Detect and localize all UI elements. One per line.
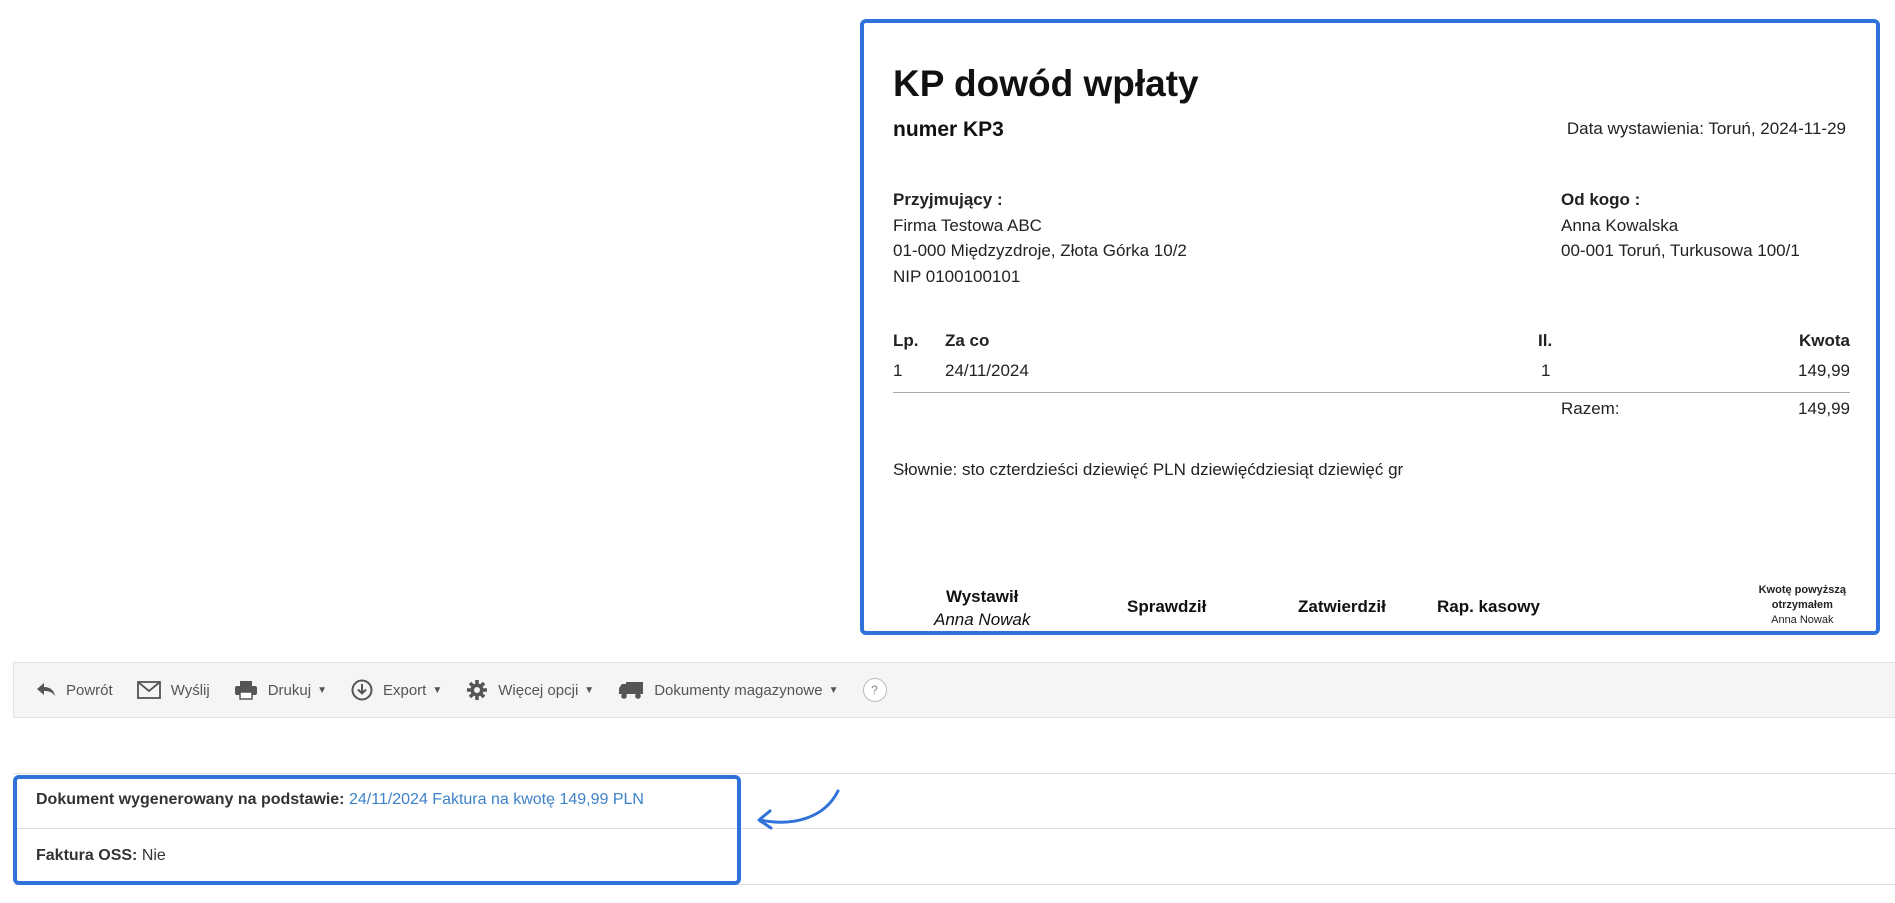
oss-invoice-row: Faktura OSS: Nie xyxy=(36,847,166,865)
row-lp: 1 xyxy=(893,361,903,380)
header-kwota: Kwota xyxy=(1799,331,1850,350)
document-number: numer KP3 xyxy=(893,118,1004,141)
chevron-down-icon: ▼ xyxy=(828,684,839,696)
total-label: Razem: xyxy=(1561,399,1620,418)
gear-icon xyxy=(467,680,488,700)
payer-address: 00-001 Toruń, Turkusowa 100/1 xyxy=(1561,241,1800,260)
issued-label: Wystawił xyxy=(945,587,1019,606)
more-options-label: Więcej opcji xyxy=(498,681,579,699)
envelope-icon xyxy=(136,681,161,699)
receiver-nip: NIP 0100100101 xyxy=(893,266,1021,286)
curved-arrow-icon xyxy=(757,789,840,830)
document-preview: KP dowód wpłaty numer KP3 Data wystawien… xyxy=(860,19,1880,635)
download-circle-icon xyxy=(351,679,373,701)
header-lp: Lp. xyxy=(893,331,919,350)
signature-received: Kwotę powyższą otrzymałem Anna Nowak xyxy=(1759,583,1846,628)
receiver-block: Przyjmujący : Firma Testowa ABC 01-000 M… xyxy=(893,187,1187,289)
signature-approved: Zatwierdził xyxy=(1298,597,1386,616)
received-line2: otrzymałem xyxy=(1771,599,1833,611)
back-button[interactable]: Powrót xyxy=(36,682,113,699)
back-label: Powrót xyxy=(66,681,113,699)
payer-heading: Od kogo : xyxy=(1561,190,1641,209)
warehouse-documents-label: Dokumenty magazynowe xyxy=(654,681,823,699)
row-il: 1 xyxy=(1541,361,1551,380)
header-za-co: Za co xyxy=(945,331,990,350)
amount-in-words: Słownie: sto czterdzieści dziewięć PLN d… xyxy=(893,460,1404,479)
received-line1: Kwotę powyższą xyxy=(1758,584,1846,596)
send-label: Wyślij xyxy=(170,681,210,699)
generated-from-row: Dokument wygenerowany na podstawie: 24/1… xyxy=(36,791,644,809)
row-kwota: 149,99 xyxy=(1798,361,1850,380)
issued-name: Anna Nowak xyxy=(934,610,1031,629)
oss-value: Nie xyxy=(141,847,166,864)
receiver-address: 01-000 Międzyzdroje, Złota Górka 10/2 xyxy=(893,241,1187,260)
truck-icon xyxy=(619,682,644,699)
warehouse-documents-button[interactable]: Dokumenty magazynowe ▼ xyxy=(618,680,839,700)
chevron-down-icon: ▼ xyxy=(317,684,327,696)
document-title: KP dowód wpłaty xyxy=(893,63,1199,104)
export-label: Export xyxy=(382,681,427,699)
receiver-heading: Przyjmujący : xyxy=(893,190,1003,209)
export-button[interactable]: Export ▼ xyxy=(351,679,442,701)
reply-arrow-icon xyxy=(37,683,55,696)
payer-block: Od kogo : Anna Kowalska 00-001 Toruń, Tu… xyxy=(1561,187,1800,264)
action-toolbar: Powrót Wyślij Drukuj ▼ Export ▼ Więcej o… xyxy=(13,662,1895,718)
signature-issued: Wystawił Anna Nowak xyxy=(934,587,1030,630)
print-button[interactable]: Drukuj ▼ xyxy=(234,680,327,700)
payer-name: Anna Kowalska xyxy=(1561,215,1679,235)
chevron-down-icon: ▼ xyxy=(584,684,595,696)
chevron-down-icon: ▼ xyxy=(432,684,443,696)
oss-label: Faktura OSS: xyxy=(36,847,138,864)
help-icon[interactable]: ? xyxy=(862,678,887,702)
issue-date: Data wystawienia: Toruń, 2024-11-29 xyxy=(1566,119,1846,138)
more-options-button[interactable]: Więcej opcji ▼ xyxy=(466,679,594,701)
signature-checked: Sprawdził xyxy=(1127,597,1207,616)
generated-from-label: Dokument wygenerowany na podstawie: xyxy=(36,791,345,808)
source-invoice-link[interactable]: 24/11/2024 Faktura na kwotę 149,99 PLN xyxy=(349,791,644,808)
received-name: Anna Nowak xyxy=(1771,614,1834,626)
divider xyxy=(13,773,1895,774)
signature-cash-report: Rap. kasowy xyxy=(1437,597,1540,616)
total-value: 149,99 xyxy=(1798,399,1850,418)
receiver-name: Firma Testowa ABC xyxy=(893,215,1042,235)
items-divider xyxy=(893,392,1850,393)
row-za-co: 24/11/2024 xyxy=(945,361,1029,380)
print-label: Drukuj xyxy=(267,681,312,699)
printer-icon xyxy=(234,681,257,700)
header-il: Il. xyxy=(1538,331,1553,350)
send-button[interactable]: Wyślij xyxy=(136,681,210,699)
